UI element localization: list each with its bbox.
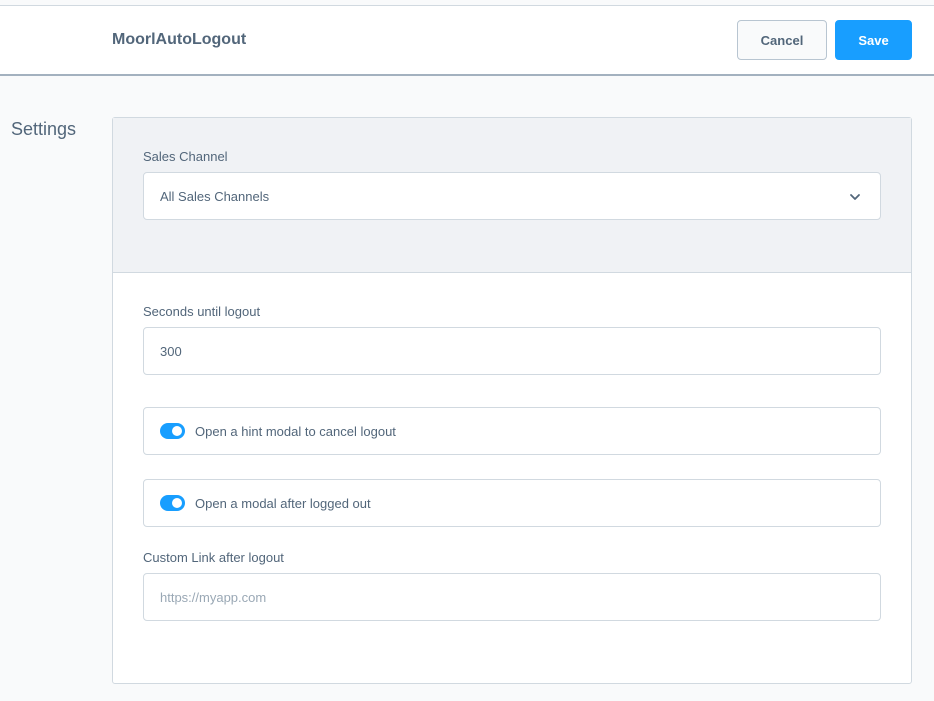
cancel-button[interactable]: Cancel — [737, 20, 827, 60]
custom-link-placeholder: https://myapp.com — [160, 589, 267, 605]
custom-link-input[interactable]: https://myapp.com — [143, 573, 881, 621]
seconds-until-logout-value: 300 — [160, 343, 182, 359]
sales-channel-label: Sales Channel — [143, 149, 228, 164]
logged-out-modal-toggle-field: Open a modal after logged out — [143, 479, 881, 527]
custom-link-label: Custom Link after logout — [143, 550, 284, 565]
hint-modal-toggle-label: Open a hint modal to cancel logout — [195, 423, 396, 439]
settings-card: Sales Channel All Sales Channels Seconds… — [112, 117, 912, 684]
hint-modal-toggle[interactable] — [160, 423, 185, 439]
save-button[interactable]: Save — [835, 20, 912, 60]
sales-channel-panel: Sales Channel All Sales Channels — [113, 118, 911, 273]
hint-modal-toggle-field: Open a hint modal to cancel logout — [143, 407, 881, 455]
sales-channel-select[interactable]: All Sales Channels — [143, 172, 881, 220]
page-header: MoorlAutoLogout Cancel Save — [0, 6, 934, 76]
settings-section-label: Settings — [11, 119, 77, 139]
page-title: MoorlAutoLogout — [112, 31, 247, 48]
logged-out-modal-toggle[interactable] — [160, 495, 185, 511]
chevron-down-icon — [850, 194, 860, 200]
sales-channel-value: All Sales Channels — [160, 188, 270, 204]
seconds-until-logout-input[interactable]: 300 — [143, 327, 881, 375]
seconds-until-logout-label: Seconds until logout — [143, 304, 261, 319]
logged-out-modal-toggle-label: Open a modal after logged out — [195, 495, 371, 511]
